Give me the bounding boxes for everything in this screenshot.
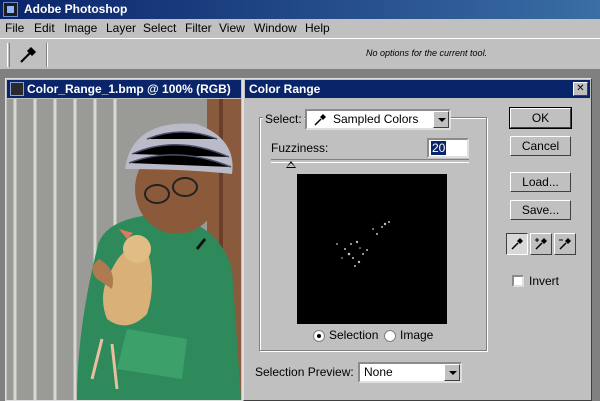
document-window[interactable]: Color_Range_1.bmp @ 100% (RGB) — [5, 78, 243, 401]
dialog-title: Color Range — [249, 82, 321, 96]
cancel-button[interactable]: Cancel — [510, 136, 571, 156]
invert-label[interactable]: Invert — [529, 274, 559, 288]
menu-layer[interactable]: Layer — [106, 19, 136, 38]
select-dropdown[interactable]: Sampled Colors — [305, 109, 451, 130]
fuzziness-slider-track[interactable] — [271, 159, 469, 163]
radio-selection-label[interactable]: Selection — [329, 328, 378, 342]
eyedropper-icon — [314, 114, 326, 126]
options-bar: No options for the current tool. — [0, 38, 600, 70]
radio-selection[interactable] — [313, 330, 325, 342]
menu-help[interactable]: Help — [305, 19, 330, 38]
selection-preview-label: Selection Preview: — [255, 365, 354, 379]
ok-button[interactable]: OK — [509, 107, 572, 129]
options-bar-grip[interactable] — [7, 43, 10, 67]
load-button[interactable]: Load... — [510, 172, 571, 192]
document-icon — [10, 82, 24, 96]
color-range-dialog: Color Range ✕ Select: Sampled Colors Fuz… — [243, 78, 592, 401]
fuzziness-input[interactable]: 20 — [427, 138, 469, 158]
selection-preview-dropdown[interactable]: None — [358, 362, 462, 383]
options-message: No options for the current tool. — [366, 48, 488, 58]
selection-preview-image[interactable] — [297, 174, 447, 324]
document-title: Color_Range_1.bmp @ 100% (RGB) — [27, 82, 231, 96]
app-title: Adobe Photoshop — [24, 2, 128, 16]
menubar: File Edit Image Layer Select Filter View… — [0, 19, 600, 38]
menu-window[interactable]: Window — [254, 19, 297, 38]
fuzziness-label: Fuzziness: — [271, 141, 329, 155]
options-separator — [46, 43, 48, 67]
photoshop-icon — [3, 2, 18, 17]
menu-select[interactable]: Select — [143, 19, 176, 38]
eyedropper-minus-icon[interactable] — [554, 233, 576, 255]
menu-view[interactable]: View — [219, 19, 245, 38]
menu-edit[interactable]: Edit — [34, 19, 55, 38]
fuzziness-slider-handle[interactable] — [285, 161, 296, 168]
close-icon[interactable]: ✕ — [573, 82, 588, 96]
app-titlebar: Adobe Photoshop — [0, 0, 600, 19]
document-titlebar[interactable]: Color_Range_1.bmp @ 100% (RGB) — [7, 80, 241, 98]
select-label: Select: — [263, 112, 304, 126]
selection-preview-value: None — [364, 365, 393, 379]
document-canvas[interactable] — [7, 99, 241, 400]
invert-checkbox[interactable] — [512, 275, 524, 287]
select-value: Sampled Colors — [333, 112, 419, 126]
menu-image[interactable]: Image — [64, 19, 97, 38]
eyedropper-icon[interactable] — [506, 233, 528, 255]
eyedropper-icon[interactable] — [16, 43, 40, 67]
radio-image-label[interactable]: Image — [400, 328, 433, 342]
dialog-titlebar[interactable]: Color Range ✕ — [245, 80, 590, 98]
radio-image[interactable] — [384, 330, 396, 342]
save-button[interactable]: Save... — [510, 200, 571, 220]
menu-filter[interactable]: Filter — [185, 19, 212, 38]
fuzziness-value: 20 — [431, 141, 447, 155]
menu-file[interactable]: File — [5, 19, 24, 38]
chevron-down-icon[interactable] — [444, 364, 460, 381]
eyedropper-plus-icon[interactable] — [530, 233, 552, 255]
chevron-down-icon[interactable] — [433, 111, 449, 128]
